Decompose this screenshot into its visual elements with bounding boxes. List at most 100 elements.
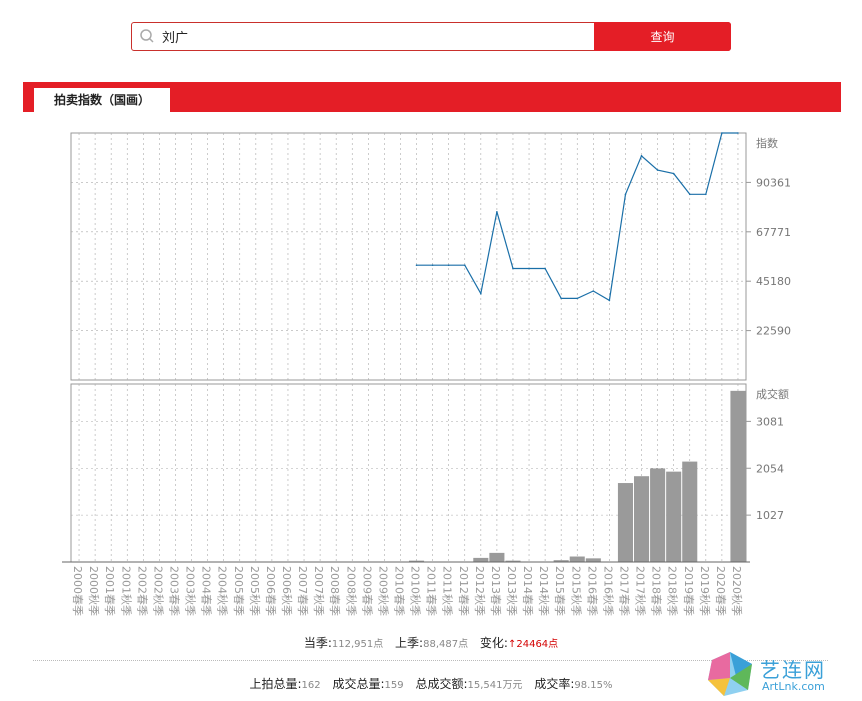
volume-bar bbox=[634, 476, 650, 562]
x-tick-label: 2002春季 bbox=[135, 566, 148, 616]
rate-label: 成交率: bbox=[534, 677, 575, 691]
x-tick-label: 2008秋季 bbox=[344, 566, 358, 616]
index-point bbox=[447, 264, 450, 266]
x-tick-label: 2008春季 bbox=[328, 566, 341, 616]
x-tick-label: 2016春季 bbox=[585, 566, 598, 616]
volume-bar bbox=[489, 552, 505, 562]
index-point bbox=[415, 264, 418, 266]
x-tick-label: 2011秋季 bbox=[441, 566, 455, 616]
index-point bbox=[431, 264, 434, 266]
x-tick-label: 2010秋季 bbox=[409, 566, 423, 616]
index-point bbox=[560, 297, 562, 300]
index-tick-label: 90361 bbox=[756, 176, 791, 189]
index-point bbox=[721, 132, 723, 134]
x-tick-label: 2020春季 bbox=[714, 566, 727, 616]
auction-index-chart: 22590 45180 67771 90361 指数 1027 2054 3081 成交额 200… bbox=[62, 132, 791, 616]
x-tick-label: 2017秋季 bbox=[634, 566, 648, 616]
index-tick-label: 67771 bbox=[756, 226, 791, 239]
index-tick-label: 22590 bbox=[756, 325, 791, 338]
x-tick-label: 2012春季 bbox=[457, 566, 470, 616]
x-tick-label: 2014春季 bbox=[521, 566, 534, 616]
season-stats: 当季:112,951点 上季:88,487点 变化:↑24464点 bbox=[0, 634, 862, 651]
volume-tick-label: 1027 bbox=[756, 509, 784, 522]
x-tick-label: 2001秋季 bbox=[119, 566, 133, 616]
x-tick-label: 2003秋季 bbox=[184, 566, 198, 616]
logo-mark-icon bbox=[708, 652, 752, 696]
index-tick-label: 45180 bbox=[756, 275, 791, 288]
volume-tick-label: 2054 bbox=[756, 462, 784, 475]
x-tick-label: 2014秋季 bbox=[537, 566, 551, 616]
index-ylabel: 指数 bbox=[756, 136, 778, 150]
x-tick-label: 2009秋季 bbox=[376, 566, 390, 616]
turnover-label: 总成交额: bbox=[415, 677, 468, 691]
x-tick-label: 2010春季 bbox=[393, 566, 406, 616]
sold-lots-label: 成交总量: bbox=[332, 677, 385, 691]
index-point bbox=[512, 267, 514, 270]
logo-text-en: ArtLnk.com bbox=[762, 680, 825, 693]
change-value: 24464点 bbox=[516, 639, 559, 650]
x-tick-label: 2005春季 bbox=[232, 566, 245, 616]
volume-ylabel: 成交额 bbox=[756, 387, 789, 401]
x-tick-label: 2000春季 bbox=[71, 566, 84, 616]
index-point bbox=[688, 193, 691, 196]
index-point bbox=[544, 267, 546, 270]
index-frame bbox=[70, 132, 747, 381]
volume-bar bbox=[617, 483, 633, 562]
x-tick-label: 2007秋季 bbox=[312, 566, 326, 616]
x-tick-label: 2005秋季 bbox=[248, 566, 262, 616]
logo-text-cn: 艺连网 bbox=[760, 658, 826, 682]
volume-tick-label: 3081 bbox=[756, 415, 784, 428]
volume-bar bbox=[666, 471, 682, 562]
total-lots-label: 上拍总量: bbox=[249, 677, 302, 691]
volume-bar bbox=[650, 468, 666, 562]
index-point bbox=[737, 132, 739, 134]
x-tick-label: 2002秋季 bbox=[151, 566, 165, 616]
x-tick-label: 2018春季 bbox=[650, 566, 663, 616]
x-tick-label: 2007春季 bbox=[296, 566, 309, 616]
x-tick-label: 2015春季 bbox=[553, 566, 566, 616]
index-point bbox=[576, 297, 579, 300]
index-point bbox=[672, 172, 675, 175]
x-tick-label: 2004秋季 bbox=[216, 566, 230, 616]
artlnk-logo: 艺连网 ArtLnk.com bbox=[700, 650, 850, 698]
current-season-label: 当季: bbox=[303, 636, 332, 650]
x-tick-label: 2012秋季 bbox=[473, 566, 487, 616]
x-tick-label: 2001春季 bbox=[103, 566, 116, 616]
volume-bar bbox=[730, 390, 746, 562]
current-season-value: 112,951点 bbox=[331, 639, 384, 650]
volume-bar bbox=[569, 556, 585, 562]
volume-bar bbox=[585, 558, 601, 562]
x-tick-label: 2017春季 bbox=[618, 566, 631, 616]
x-tick-label: 2000秋季 bbox=[87, 566, 101, 616]
index-point bbox=[608, 299, 611, 302]
x-tick-label: 2004春季 bbox=[200, 566, 213, 616]
x-tick-label: 2018秋季 bbox=[666, 566, 680, 616]
x-tick-label: 2019春季 bbox=[682, 566, 695, 616]
total-lots-value: 162 bbox=[301, 680, 321, 691]
x-tick-label: 2020秋季 bbox=[730, 566, 744, 616]
x-tick-label: 2003春季 bbox=[168, 566, 181, 616]
x-tick-label: 2013春季 bbox=[489, 566, 502, 616]
index-point bbox=[480, 292, 482, 295]
rate-value: 98.15% bbox=[574, 680, 613, 691]
index-point bbox=[640, 155, 643, 157]
x-tick-label: 2019秋季 bbox=[698, 566, 712, 616]
x-tick-label: 2006秋季 bbox=[280, 566, 294, 616]
index-point bbox=[463, 264, 466, 266]
index-point bbox=[592, 290, 595, 292]
index-point bbox=[705, 193, 707, 196]
x-tick-label: 2016秋季 bbox=[601, 566, 615, 616]
x-tick-label: 2013秋季 bbox=[505, 566, 519, 616]
sold-lots-value: 159 bbox=[384, 680, 404, 691]
volume-bar bbox=[473, 557, 489, 562]
index-point bbox=[528, 267, 530, 270]
turnover-value: 15,541万元 bbox=[467, 680, 523, 691]
index-point bbox=[656, 169, 659, 171]
x-tick-label: 2006春季 bbox=[264, 566, 277, 616]
volume-bar bbox=[682, 461, 698, 562]
index-point bbox=[624, 193, 627, 196]
x-tick-label: 2011春季 bbox=[425, 566, 438, 616]
change-label: 变化: bbox=[479, 636, 508, 650]
x-tick-label: 2009春季 bbox=[360, 566, 373, 616]
index-point bbox=[496, 211, 498, 213]
